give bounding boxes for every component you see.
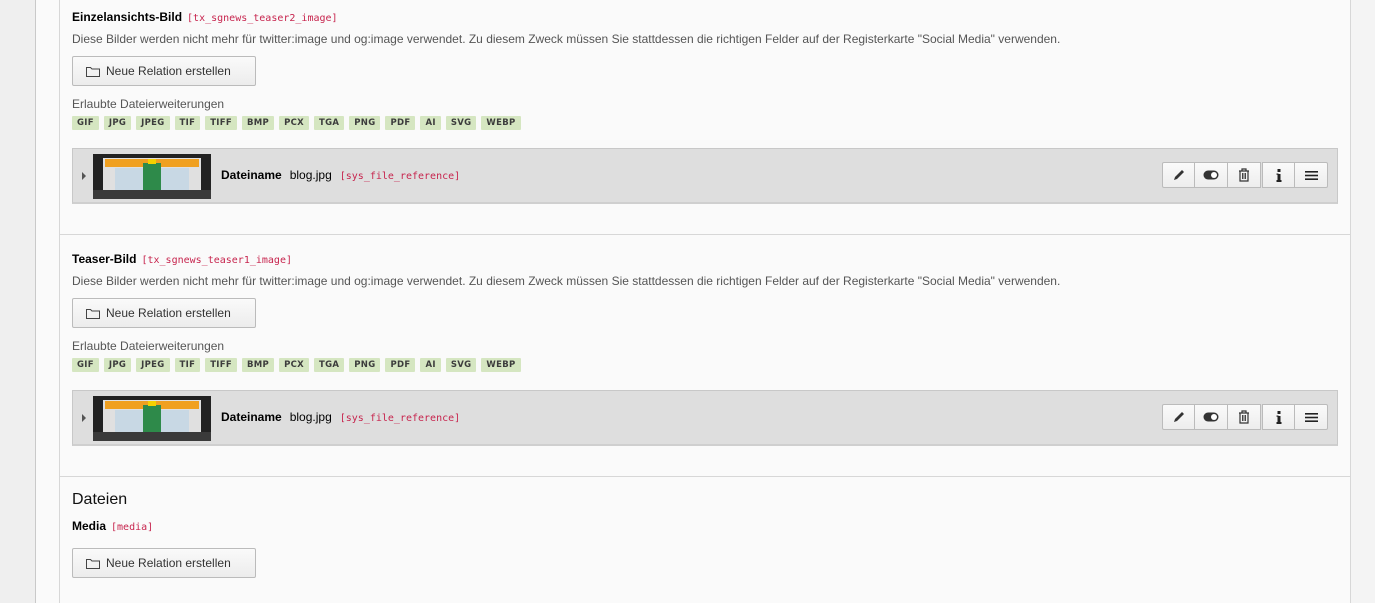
section-divider: [60, 234, 1350, 235]
extension-badge: PCX: [279, 358, 309, 372]
field-description: Diese Bilder werden nicht mehr für twitt…: [72, 32, 1061, 46]
extension-badge: TGA: [313, 116, 345, 130]
extension-badge: BMP: [241, 116, 275, 130]
extension-badge: BMP: [241, 358, 275, 372]
field-key: [tx_sgnews_teaser1_image]: [141, 255, 292, 266]
extension-badge: TIF: [174, 358, 201, 372]
trash-icon: [1239, 168, 1249, 182]
extension-badge: WEBP: [481, 116, 521, 130]
field-key: [media]: [111, 522, 154, 533]
expand-caret-icon[interactable]: [82, 172, 86, 180]
file-name-label: Dateiname: [221, 168, 282, 182]
extension-badge: PCX: [279, 116, 309, 130]
toggle-icon: [1203, 170, 1219, 180]
extension-badge: TGA: [313, 358, 345, 372]
extension-badge: GIF: [72, 116, 99, 130]
extension-badge: TIFF: [205, 358, 237, 372]
edit-button[interactable]: [1162, 404, 1195, 430]
extension-badge: PNG: [349, 358, 381, 372]
extensions-label: Erlaubte Dateierweiterungen: [72, 339, 225, 353]
file-name-value: blog.jpg: [289, 168, 332, 182]
field-title: Teaser-Bild: [72, 252, 137, 266]
field-label: Einzelansichts-Bild [tx_sgnews_teaser2_im…: [72, 10, 338, 24]
info-button[interactable]: [1262, 162, 1295, 188]
file-name: Dateiname blog.jpg [sys_file_reference]: [221, 168, 460, 182]
extension-badge: AI: [420, 358, 441, 372]
new-relation-button[interactable]: Neue Relation erstellen: [72, 56, 256, 86]
folder-icon: [86, 66, 100, 77]
file-name: Dateiname blog.jpg [sys_file_reference]: [221, 410, 460, 424]
edit-button[interactable]: [1162, 162, 1195, 188]
file-name-label: Dateiname: [221, 410, 282, 424]
form-main: Einzelansichts-Bild [tx_sgnews_teaser2_im…: [60, 0, 1351, 603]
folder-icon: [86, 558, 100, 569]
extensions-list: GIF JPG JPEG TIF TIFF BMP PCX TGA PNG PD…: [72, 358, 521, 372]
drag-handle-icon: [1304, 412, 1318, 422]
extension-badge: PDF: [385, 358, 416, 372]
extension-badge: AI: [420, 116, 441, 130]
toggle-visibility-button[interactable]: [1195, 404, 1228, 430]
reference-controls: [1162, 162, 1328, 188]
extension-badge: JPEG: [136, 116, 170, 130]
drag-handle-button[interactable]: [1295, 404, 1328, 430]
field-label: Teaser-Bild [tx_sgnews_teaser1_image]: [72, 252, 292, 266]
file-name-value: blog.jpg: [289, 410, 332, 424]
info-icon: [1276, 168, 1281, 182]
extension-badge: TIFF: [205, 116, 237, 130]
toggle-visibility-button[interactable]: [1195, 162, 1228, 188]
new-relation-button-label: Neue Relation erstellen: [106, 306, 231, 320]
field-key: [tx_sgnews_teaser2_image]: [187, 13, 338, 24]
new-relation-button[interactable]: Neue Relation erstellen: [72, 298, 256, 328]
extensions-list: GIF JPG JPEG TIF TIFF BMP PCX TGA PNG PD…: [72, 116, 521, 130]
extension-badge: PDF: [385, 116, 416, 130]
field-title: Media: [72, 519, 107, 533]
new-relation-button-label: Neue Relation erstellen: [106, 64, 231, 78]
drag-handle-icon: [1304, 170, 1318, 180]
toggle-icon: [1203, 412, 1219, 422]
trash-icon: [1239, 410, 1249, 424]
info-icon: [1276, 410, 1281, 424]
new-relation-button[interactable]: Neue Relation erstellen: [72, 548, 256, 578]
extension-badge: PNG: [349, 116, 381, 130]
field-description: Diese Bilder werden nicht mehr für twitt…: [72, 274, 1061, 288]
extension-badge: SVG: [445, 358, 477, 372]
file-reference-table: [sys_file_reference]: [339, 171, 461, 182]
extension-badge: WEBP: [481, 358, 521, 372]
extension-badge: GIF: [72, 358, 99, 372]
extension-badge: SVG: [445, 116, 477, 130]
left-module-strip: [0, 0, 36, 603]
file-reference-table: [sys_file_reference]: [339, 413, 461, 424]
extensions-label: Erlaubte Dateierweiterungen: [72, 97, 225, 111]
folder-icon: [86, 308, 100, 319]
expand-caret-icon[interactable]: [82, 414, 86, 422]
extension-badge: JPG: [103, 116, 132, 130]
reference-controls: [1162, 404, 1328, 430]
drag-handle-button[interactable]: [1295, 162, 1328, 188]
extension-badge: JPEG: [136, 358, 170, 372]
form-gutter: [36, 0, 60, 603]
delete-button[interactable]: [1228, 404, 1261, 430]
files-heading: Dateien: [72, 491, 128, 508]
new-relation-button-label: Neue Relation erstellen: [106, 556, 231, 570]
extension-badge: TIF: [174, 116, 201, 130]
file-reference-row[interactable]: Dateiname blog.jpg [sys_file_reference]: [72, 390, 1338, 446]
extension-badge: JPG: [103, 358, 132, 372]
file-thumbnail: [93, 396, 211, 441]
file-reference-row[interactable]: Dateiname blog.jpg [sys_file_reference]: [72, 148, 1338, 204]
pencil-icon: [1173, 412, 1184, 422]
delete-button[interactable]: [1228, 162, 1261, 188]
section-divider: [60, 476, 1350, 477]
pencil-icon: [1173, 170, 1184, 180]
file-thumbnail: [93, 154, 211, 199]
field-title: Einzelansichts-Bild: [72, 10, 183, 24]
info-button[interactable]: [1262, 404, 1295, 430]
field-label: Media [media]: [72, 519, 153, 533]
